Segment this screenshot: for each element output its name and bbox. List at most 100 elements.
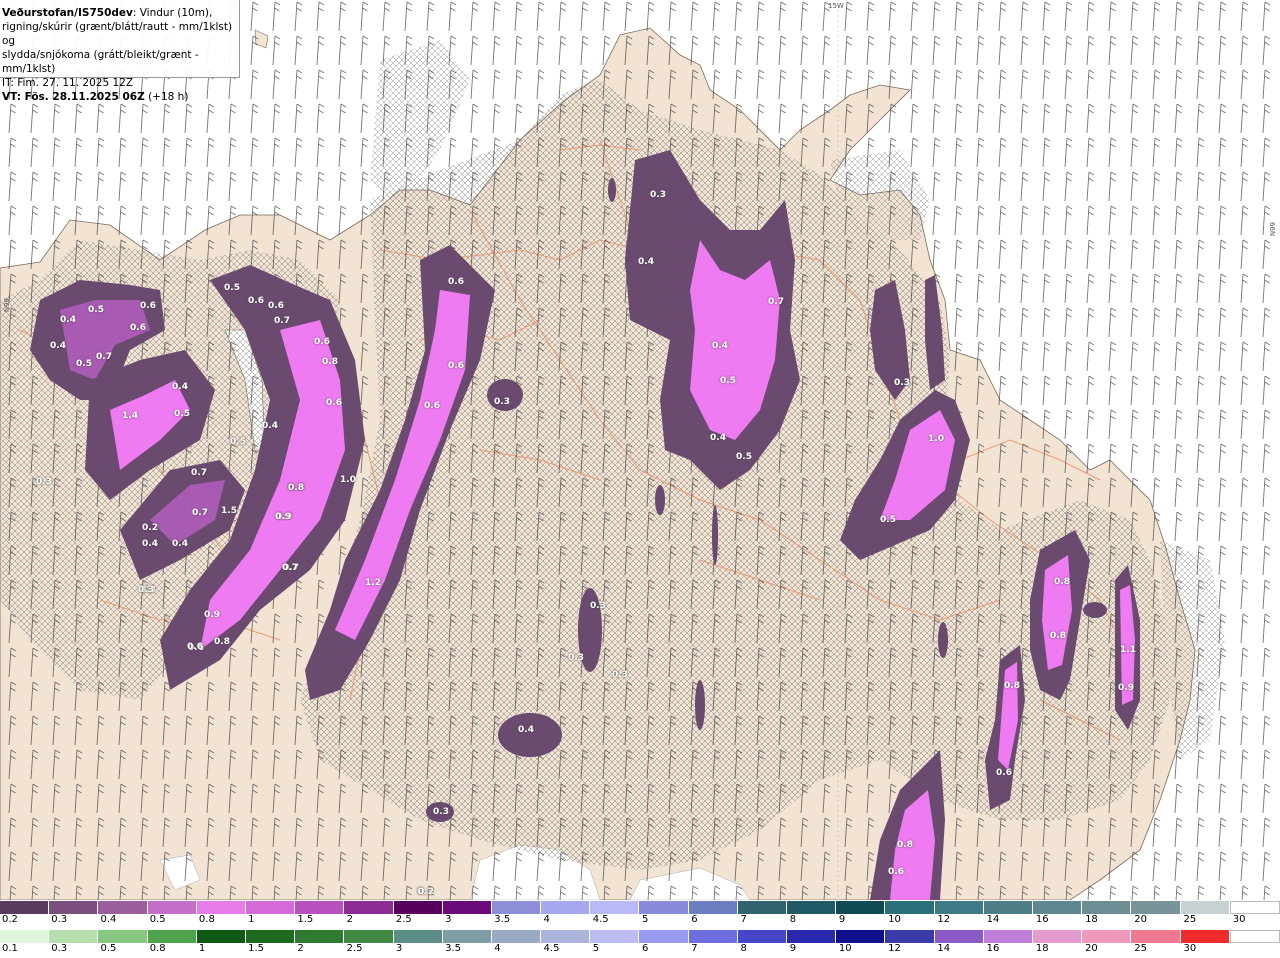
legend-tick-label: 0.5 — [149, 914, 166, 925]
precip-value-label: 0.3 — [650, 190, 666, 200]
precip-value-label: 0.3 — [494, 397, 510, 407]
legend-swatch — [1229, 930, 1280, 943]
precip-value-label: 0.7 — [192, 508, 208, 518]
legend-tick-label: 20 — [1134, 914, 1148, 925]
legend-swatch — [1229, 901, 1280, 914]
precip-cell-s8 — [938, 622, 948, 658]
legend-tick-label: 3 — [395, 943, 403, 954]
rain-legend-ticks: 0.1 0.3 0.5 0.8 1 1.5 2 2.5 3 3.5 4 4.5 5 6 7 8 9 10 12 14 1… — [0, 943, 1280, 957]
precip-value-label: 0.8 — [1050, 631, 1066, 641]
legend-swatch — [1032, 930, 1083, 943]
legend-tick-label: 16 — [986, 943, 1000, 954]
legend-swatch — [1180, 901, 1230, 914]
rain-legend-bar — [0, 930, 1280, 943]
snow-legend-ticks: 0.2 0.3 0.4 0.5 0.8 1 1.5 2 2.5 3 3.5 4 4.5 5 6 7 8 9 10 12… — [0, 914, 1280, 928]
legend-swatch — [737, 930, 787, 943]
legend-tick-label: 6 — [691, 914, 698, 925]
precip-value-label: 0.7 — [282, 563, 298, 573]
legend-swatch — [393, 901, 443, 914]
forecast-offset: (+18 h) — [144, 91, 189, 103]
legend-tick-label: 30 — [1232, 914, 1246, 925]
precip-value-label: 1.1 — [1120, 645, 1136, 655]
legend-swatch — [0, 930, 50, 943]
legend-swatch — [196, 930, 246, 943]
precip-value-label: 0.4 — [518, 725, 534, 735]
legend-swatch — [1082, 930, 1132, 943]
precip-value-label: 0.8 — [1054, 577, 1070, 587]
precip-cell-s9 — [608, 178, 616, 202]
precip-value-label: 0.3 — [433, 807, 449, 817]
legend-swatch — [98, 930, 148, 943]
legend-tick-label: 0.5 — [100, 943, 117, 954]
precip-value-label: 0.3 — [894, 378, 910, 388]
precip-value-label: 0.5 — [880, 515, 896, 525]
legend-swatch — [196, 901, 246, 914]
precip-value-label: 0.7 — [191, 468, 207, 478]
precip-value-label: 0.5 — [88, 305, 104, 315]
legend-swatch — [442, 930, 492, 943]
legend-swatch — [245, 901, 296, 914]
info-line-1-rest: : Vindur (10m), — [132, 7, 213, 19]
precip-value-label: 0.6 — [314, 337, 330, 347]
legend-tick-label: 12 — [888, 943, 901, 954]
legend-swatch — [541, 930, 591, 943]
legend-tick-label: 1 — [198, 943, 206, 954]
forecast-map — [0, 0, 1280, 900]
precip-value-label: 0.6 — [268, 301, 284, 311]
wind-barb-field — [0, 0, 1280, 900]
legend-swatch — [491, 901, 542, 914]
legend-tick-label: 2.5 — [395, 914, 412, 925]
precip-value-label: 0.4 — [172, 382, 188, 392]
precip-value-label: 0.4 — [710, 433, 726, 443]
legend-tick-label: 18 — [1035, 943, 1049, 954]
legend-swatch — [49, 901, 99, 914]
precip-value-label: 0.3 — [568, 653, 584, 663]
legend-tick-label: 16 — [1035, 914, 1049, 925]
legend-tick-label: 14 — [937, 943, 951, 954]
latitude-label-right: 66N — [1268, 222, 1276, 237]
legend-tick-label: 20 — [1085, 943, 1098, 954]
legend-tick-label: 25 — [1134, 943, 1148, 954]
legend-swatch — [1180, 930, 1230, 943]
precip-value-label: 0.5 — [224, 283, 240, 293]
precip-value-label: 0.9 — [1118, 683, 1134, 693]
map-info-box: Veðurstofan/IS750dev: Vindur (10m), rign… — [0, 0, 240, 103]
legend-swatch — [344, 930, 394, 943]
precip-value-label: 0.4 — [142, 539, 158, 549]
precip-value-label: 0.9 — [204, 610, 220, 620]
precip-cell-s5 — [655, 485, 665, 515]
legend-tick-label: 5 — [592, 943, 600, 954]
legend-tick-label: 2 — [297, 943, 304, 954]
latitude-label-left: 66N — [2, 298, 10, 313]
legend-tick-label: 1.5 — [297, 914, 314, 925]
legend-tick-label: 2 — [346, 914, 353, 925]
legend-tick-label: 9 — [838, 914, 846, 925]
precip-cell-s1 — [498, 713, 562, 757]
legend-swatch — [639, 930, 689, 943]
precip-value-label: 1.5 — [221, 506, 237, 516]
precip-value-label: 0.8 — [322, 357, 338, 367]
precip-value-label: 0.7 — [768, 297, 784, 307]
legend-tick-label: 25 — [1183, 914, 1197, 925]
precip-value-label: 0.3 — [590, 601, 606, 611]
precip-value-label: 0.3 — [612, 670, 628, 680]
precip-value-label: 0.5 — [174, 409, 190, 419]
legend-swatch — [295, 901, 345, 914]
legend-swatch — [1131, 901, 1181, 914]
legend-swatch — [295, 930, 345, 943]
precip-cell-s6 — [695, 680, 705, 730]
valid-time: VT: Fös. 28.11.2025 06Z — [2, 91, 145, 103]
precip-value-label: 0.2 — [142, 523, 158, 533]
precip-value-label: 0.4 — [60, 315, 76, 325]
precip-value-label: 0.9 — [275, 512, 291, 522]
legend-swatch — [787, 901, 837, 914]
legend-swatch — [983, 930, 1033, 943]
snow-legend-bar — [0, 901, 1280, 914]
precip-value-label: 0.4 — [262, 421, 278, 431]
legend-tick-label: 3.5 — [445, 943, 461, 954]
legend-swatch — [688, 901, 738, 914]
legend-swatch — [147, 901, 197, 914]
legend-tick-label: 18 — [1085, 914, 1098, 925]
precip-value-label: 1.0 — [340, 475, 356, 485]
legend-swatch — [885, 930, 935, 943]
